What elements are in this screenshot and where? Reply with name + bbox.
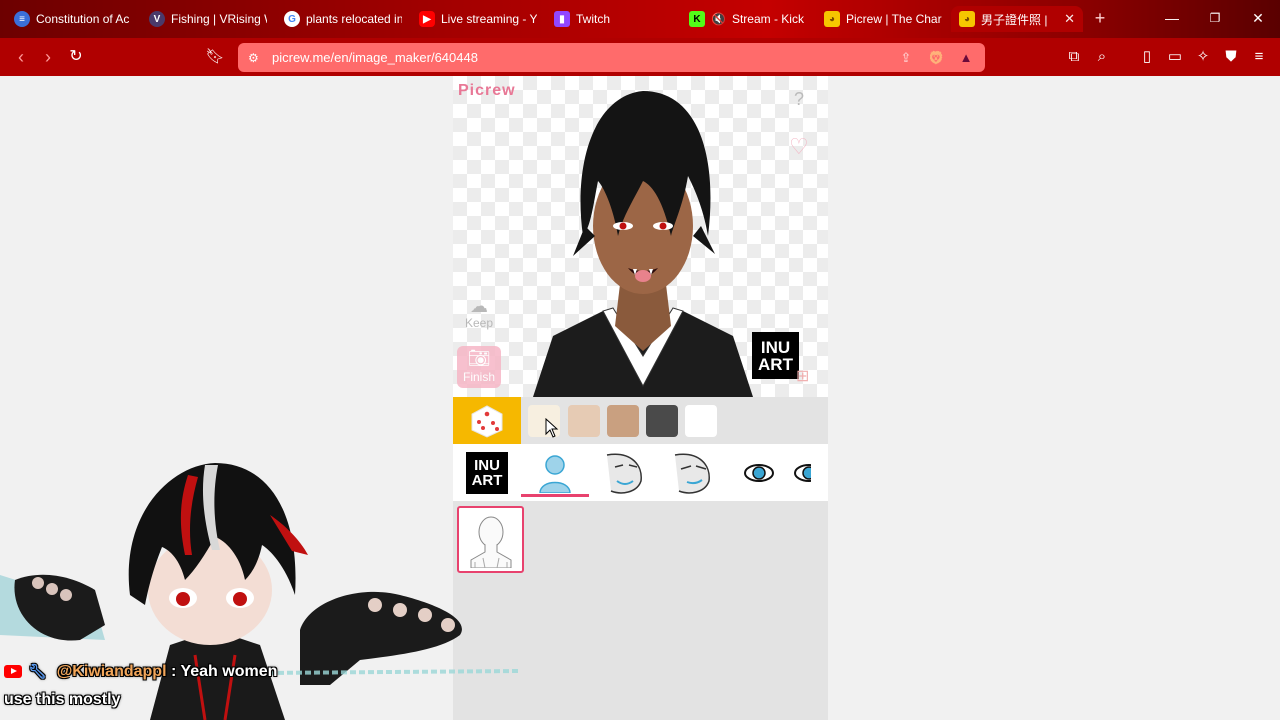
mouse-cursor-icon [545,418,559,438]
character-preview [533,91,753,397]
doc-icon: ≡ [14,11,30,27]
part-tab-eye[interactable] [725,444,793,501]
picrew-icon: ◕ [959,11,975,27]
part-tab-body[interactable] [521,444,589,501]
part-tab-eye-2[interactable] [793,444,828,501]
restore-button[interactable]: ❐ [1203,8,1227,28]
brave-rewards-icon[interactable]: ▲ [955,48,977,68]
part-tab-face-2[interactable] [657,444,725,501]
chat-text-continued: use this mostly [4,691,121,708]
face-smile-icon [606,453,642,494]
color-palette-row [453,397,828,444]
close-tab-icon[interactable]: ✕ [1064,11,1075,27]
dice-icon [471,404,503,438]
tab-youtube[interactable]: ▶ Live streaming - Y [411,6,545,32]
menu-icon[interactable]: ≡ [1249,47,1269,67]
tab-google[interactable]: G plants relocated in [276,6,410,32]
grid-icon[interactable]: ⊞ [796,366,809,386]
back-button[interactable]: ‹ [10,46,32,68]
chat-message: 🔧︎ @Kiwiandappl : Yeah women [4,663,277,681]
heart-icon[interactable]: ♡ [789,134,809,160]
address-bar[interactable]: ⚙ picrew.me/en/image_maker/640448 ⇪ 🦁︎ ▲ [238,43,985,72]
minimize-button[interactable]: — [1160,8,1184,28]
reload-button[interactable]: ↻ [65,46,87,68]
close-window-button[interactable]: ✕ [1246,8,1270,28]
tab-search-icon[interactable]: ⌕ [1092,47,1112,67]
chat-username: @Kiwiandappl [56,663,167,680]
youtube-icon: ▶ [419,11,435,27]
picrew-icon: ◕ [824,11,840,27]
color-swatch-beige[interactable] [568,405,600,437]
extensions-icon[interactable]: ⧉ [1064,47,1084,67]
randomize-button[interactable] [453,397,521,444]
cloud-icon: ☁ [470,296,488,316]
browser-toolbar: ‹ › ↻ 🔖︎ ⚙ picrew.me/en/image_maker/6404… [0,38,1280,76]
color-swatch-tan[interactable] [607,405,639,437]
eye-icon [744,463,774,482]
body-silhouette-icon [539,454,571,493]
tab-constitution[interactable]: ≡ Constitution of Ac [6,6,140,32]
forward-button[interactable]: › [37,46,59,68]
tab-twitch[interactable]: ▮ Twitch [546,6,680,32]
face-smirk-icon [674,453,710,494]
wallet-icon[interactable]: ▭ [1165,47,1185,67]
site-info-icon[interactable]: ⚙ [248,51,262,65]
tab-picrew-active[interactable]: ◕ 男子證件照 | ✕ [951,6,1083,32]
color-swatch-white[interactable] [685,405,717,437]
bookmark-icon[interactable]: 🔖︎ [204,46,226,68]
muted-icon[interactable]: 🔇 [711,12,726,26]
help-icon[interactable]: ? [794,89,804,110]
google-icon: G [284,11,300,27]
share-icon[interactable]: ⇪ [895,48,917,68]
character-canvas: Picrew ? ♡ ☁ Keep 📷︎ Finish INU ART ⊞ [453,76,828,397]
youtube-icon [4,665,22,679]
kick-icon: K [689,11,705,27]
tab-kick[interactable]: K 🔇 Stream - Kick [681,6,815,32]
vpn-shield-icon[interactable]: ⛊ [1221,47,1241,67]
browser-tab-bar: ≡ Constitution of Ac V Fishing | VRising… [0,0,1280,38]
tab-picrew[interactable]: ◕ Picrew | The Chara [816,6,950,32]
vrising-icon: V [149,11,165,27]
color-swatch-charcoal[interactable] [646,405,678,437]
part-tab-face-1[interactable] [589,444,657,501]
brave-shields-icon[interactable]: 🦁︎ [925,48,947,68]
moderator-wrench-icon: 🔧︎ [28,663,47,679]
finish-button[interactable]: 📷︎ Finish [457,346,501,388]
eye-icon [794,463,811,482]
url-text[interactable]: picrew.me/en/image_maker/640448 [272,50,895,65]
chat-text: : Yeah women [170,663,278,680]
sidebar-icon[interactable]: ▯ [1137,47,1157,67]
new-tab-button[interactable]: + [1090,8,1110,28]
picrew-logo[interactable]: Picrew [458,82,516,100]
inu-art-logo: INU ART [752,332,799,379]
twitch-icon: ▮ [554,11,570,27]
keep-button[interactable]: ☁ Keep [459,296,499,334]
leo-ai-icon[interactable]: ✧ [1193,47,1213,67]
camera-icon: 📷︎ [467,348,491,368]
tab-vrising[interactable]: V Fishing | VRising W [141,6,275,32]
